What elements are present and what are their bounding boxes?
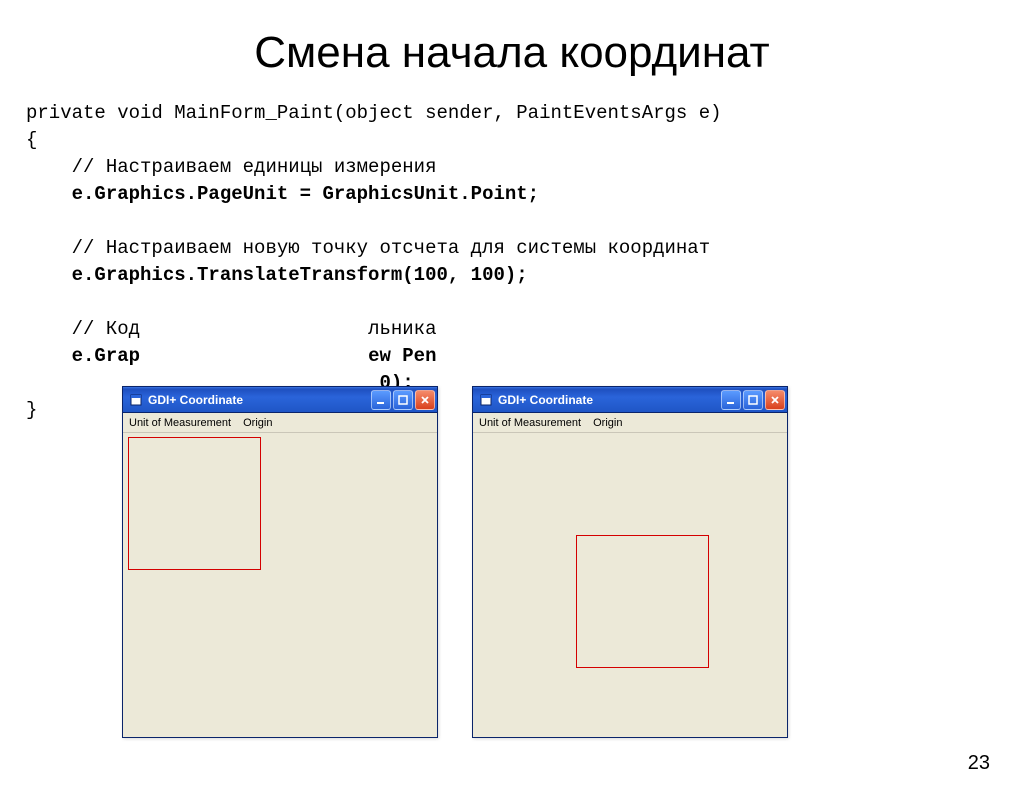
code-line-bold: e.Graphics.TranslateTransform(100, 100); [26,264,528,286]
window-title: GDI+ Coordinate [498,393,721,407]
app-window-left: GDI+ Coordinate Unit of Measurement Orig… [122,386,438,738]
maximize-icon [398,395,408,405]
titlebar-buttons [721,390,785,410]
code-comment: // Настраиваем новую точку отсчета для с… [26,237,710,259]
close-button[interactable] [765,390,785,410]
app-icon [129,393,143,407]
client-area [126,435,434,734]
close-button[interactable] [415,390,435,410]
minimize-button[interactable] [371,390,391,410]
client-area [476,435,784,734]
code-partial: // Код [26,318,140,340]
window-title: GDI+ Coordinate [148,393,371,407]
titlebar-buttons [371,390,435,410]
code-line: private void MainForm_Paint(object sende… [26,102,722,124]
code-partial-bold: e.Grap [26,345,140,367]
menu-item-units[interactable]: Unit of Measurement [479,417,581,429]
close-icon [770,395,780,405]
maximize-icon [748,395,758,405]
close-icon [420,395,430,405]
app-icon [479,393,493,407]
code-comment: // Настраиваем единицы измерения [26,156,436,178]
menubar: Unit of Measurement Origin [123,413,437,433]
minimize-button[interactable] [721,390,741,410]
slide-title: Смена начала координат [0,28,1024,78]
code-partial: льника [368,318,436,340]
drawn-rectangle [576,535,709,668]
maximize-button[interactable] [393,390,413,410]
code-partial-bold: ew Pen [368,345,436,367]
drawn-rectangle [128,437,261,570]
page-number: 23 [968,752,990,775]
titlebar[interactable]: GDI+ Coordinate [473,387,787,413]
menubar: Unit of Measurement Origin [473,413,787,433]
menu-item-units[interactable]: Unit of Measurement [129,417,231,429]
code-line: } [26,399,37,421]
code-block: private void MainForm_Paint(object sende… [0,100,1024,424]
minimize-icon [726,395,736,405]
app-window-right: GDI+ Coordinate Unit of Measurement Orig… [472,386,788,738]
menu-item-origin[interactable]: Origin [593,417,622,429]
titlebar[interactable]: GDI+ Coordinate [123,387,437,413]
code-line: { [26,129,37,151]
code-line-bold: e.Graphics.PageUnit = GraphicsUnit.Point… [26,183,539,205]
minimize-icon [376,395,386,405]
menu-item-origin[interactable]: Origin [243,417,272,429]
maximize-button[interactable] [743,390,763,410]
